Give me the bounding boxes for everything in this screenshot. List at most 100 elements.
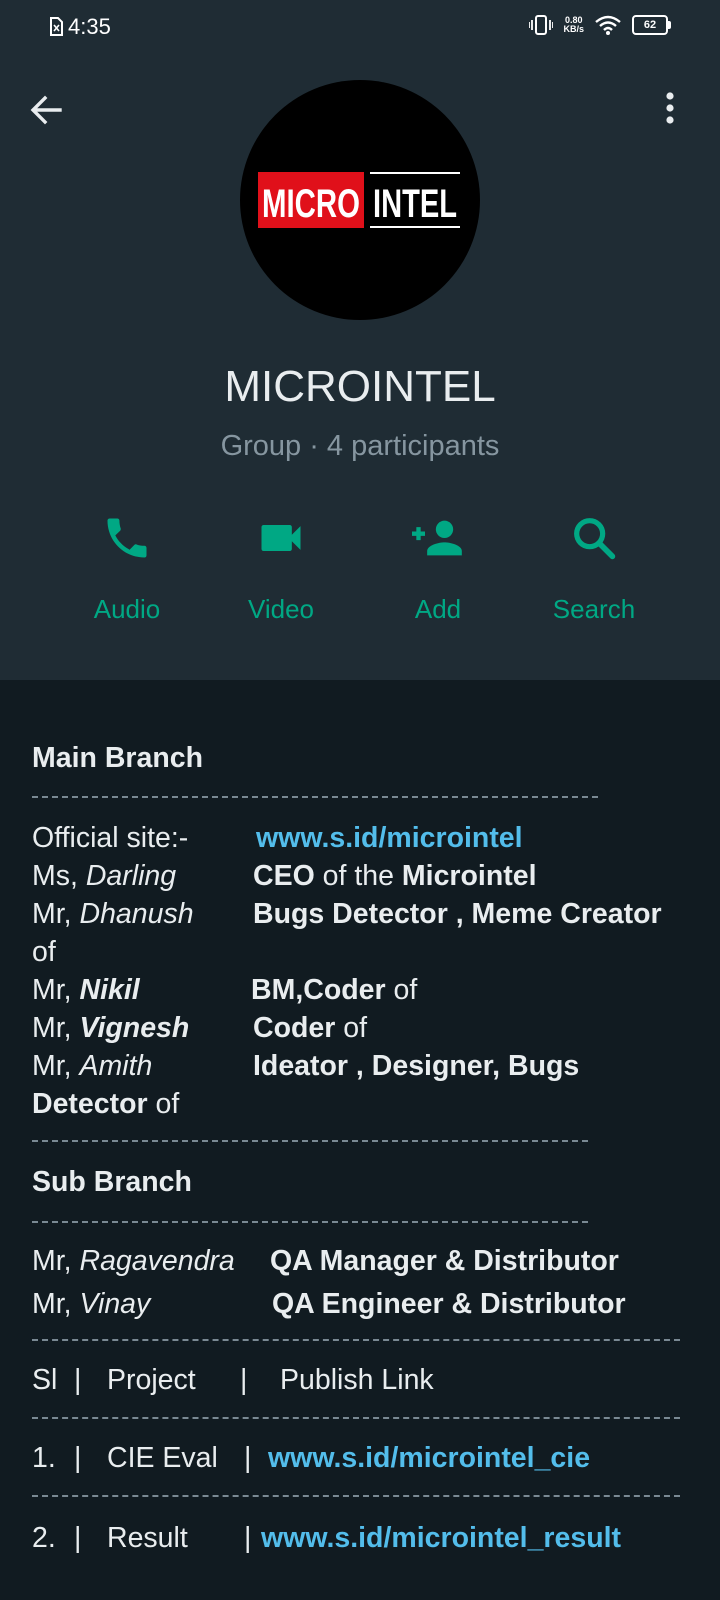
- more-vert-icon: [666, 92, 674, 124]
- search-label: Search: [552, 594, 636, 624]
- sub-branch-title: Sub Branch: [32, 1166, 192, 1198]
- member-role-rest: of the: [314, 860, 402, 892]
- back-button[interactable]: [26, 90, 66, 130]
- member-name: Amith: [79, 1050, 153, 1082]
- battery-level: 62: [643, 19, 657, 31]
- member-role-bold: Ideator , Designer, Bugs: [253, 1050, 580, 1082]
- group-avatar[interactable]: MICRO INTEL: [240, 80, 480, 320]
- table-header-sl: Sl: [32, 1364, 58, 1396]
- table-row-sep: |: [74, 1442, 82, 1474]
- divider: [32, 1140, 588, 1142]
- status-time: 4:35: [68, 14, 111, 39]
- member-prefix: Mr,: [32, 898, 80, 930]
- member-role-bold: CEO: [253, 860, 315, 892]
- table-row-sep: |: [244, 1442, 252, 1474]
- audio-call-button[interactable]: Audio: [57, 512, 197, 625]
- search-button[interactable]: Search: [524, 512, 664, 625]
- more-options-button[interactable]: [660, 90, 680, 130]
- video-label: Video: [247, 594, 315, 624]
- member-role-bold: Detector: [32, 1088, 148, 1120]
- member-name: Vignesh: [79, 1012, 190, 1044]
- divider: [32, 796, 598, 798]
- member-role: Coder of: [253, 1009, 367, 1047]
- add-label: Add: [414, 594, 462, 624]
- battery-indicator: 62: [632, 15, 671, 35]
- official-site-link[interactable]: www.s.id/microintel: [256, 819, 523, 857]
- net-speed: 0.80 KB/s: [563, 16, 584, 34]
- table-header-link: Publish Link: [280, 1364, 434, 1396]
- member-role-rest: of: [147, 1088, 180, 1120]
- official-site-row: Official site:-: [32, 819, 188, 857]
- table-row-sl: 1.: [32, 1442, 56, 1474]
- video-call-button[interactable]: Video: [211, 512, 351, 625]
- search-icon: [574, 518, 616, 560]
- vibrate-icon: [529, 15, 554, 35]
- member-row: Mr, Nikil: [32, 971, 140, 1009]
- member-prefix: Mr,: [32, 1245, 80, 1277]
- phone-icon: [107, 518, 147, 558]
- member-row: Mr, Amith: [32, 1047, 152, 1085]
- divider: [32, 1339, 680, 1341]
- member-prefix: Mr,: [32, 974, 80, 1006]
- member-prefix: Mr,: [32, 1288, 80, 1320]
- videocam-icon: [261, 525, 301, 551]
- divider: [32, 1495, 680, 1497]
- logo-text-red: MICRO: [262, 182, 360, 226]
- audio-label: Audio: [93, 594, 161, 624]
- add-participant-button[interactable]: Add: [368, 512, 508, 625]
- status-time-group: 4:35: [48, 14, 111, 40]
- member-role-bold: Coder: [253, 1012, 336, 1044]
- group-info-header: MICRO INTEL MICROINTEL Group · 4 partici…: [0, 56, 720, 680]
- sub-member-row: Mr, Vinay: [32, 1285, 150, 1323]
- table-header-project: Project: [107, 1364, 196, 1396]
- member-row: Ms, Darling: [32, 857, 176, 895]
- logo-text-white: INTEL: [373, 182, 457, 226]
- table-header-sep: |: [240, 1364, 248, 1396]
- main-branch-title: Main Branch: [32, 742, 204, 774]
- member-role: BM,Coder of: [251, 971, 417, 1009]
- member-row: Mr, Vignesh: [32, 1009, 189, 1047]
- official-site-label: Official site:-: [32, 822, 189, 854]
- group-name: MICROINTEL: [224, 362, 496, 411]
- member-name: Darling: [85, 860, 177, 892]
- member-role-bold: Microintel: [401, 860, 537, 892]
- member-prefix: Mr,: [32, 1050, 80, 1082]
- microintel-logo: MICRO INTEL: [258, 172, 460, 228]
- sub-member-role: QA Manager & Distributor: [270, 1245, 619, 1277]
- sub-member-role: QA Engineer & Distributor: [272, 1288, 626, 1320]
- member-role-rest: of: [32, 936, 56, 968]
- member-role-rest: of: [335, 1012, 368, 1044]
- member-role: CEO of the Microintel: [253, 857, 537, 895]
- arrow-back-icon: [30, 95, 62, 125]
- table-row-sl: 2.: [32, 1522, 56, 1554]
- table-row-link[interactable]: www.s.id/microintel_result: [261, 1519, 621, 1557]
- member-name: Ragavendra: [79, 1245, 235, 1277]
- status-right: 0.80 KB/s 62: [529, 14, 671, 36]
- member-role-rest: of: [385, 974, 418, 1006]
- member-role-bold: Bugs Detector , Meme Creator: [253, 898, 662, 930]
- table-row-sep: |: [244, 1522, 252, 1554]
- add-person-icon: [412, 520, 462, 556]
- divider: [32, 1417, 680, 1419]
- table-row-project: CIE Eval: [107, 1442, 218, 1474]
- status-bar: 4:35 0.80 KB/s 62: [0, 0, 720, 56]
- table-row-sep: |: [74, 1522, 82, 1554]
- sub-member-row: Mr, Ragavendra: [32, 1242, 235, 1280]
- member-name: Nikil: [79, 974, 140, 1006]
- wifi-icon: [595, 15, 621, 35]
- member-name: Vinay: [79, 1288, 151, 1320]
- divider: [32, 1221, 588, 1223]
- member-prefix: Mr,: [32, 1012, 80, 1044]
- table-row-link[interactable]: www.s.id/microintel_cie: [268, 1439, 590, 1477]
- sim-no-signal-icon: [50, 17, 63, 36]
- group-description: Main Branch Official site:- www.s.id/mic…: [0, 696, 720, 1600]
- member-name: Dhanush: [79, 898, 194, 930]
- table-row-project: Result: [107, 1522, 188, 1554]
- net-speed-unit: KB/s: [563, 24, 584, 34]
- member-prefix: Ms,: [32, 860, 86, 892]
- member-role-line2: Detector of: [32, 1085, 179, 1123]
- member-role-bold: BM,Coder: [251, 974, 386, 1006]
- group-subtitle: Group · 4 participants: [220, 430, 500, 462]
- member-row: Mr, Dhanush: [32, 895, 194, 933]
- table-header-sep: |: [74, 1364, 82, 1396]
